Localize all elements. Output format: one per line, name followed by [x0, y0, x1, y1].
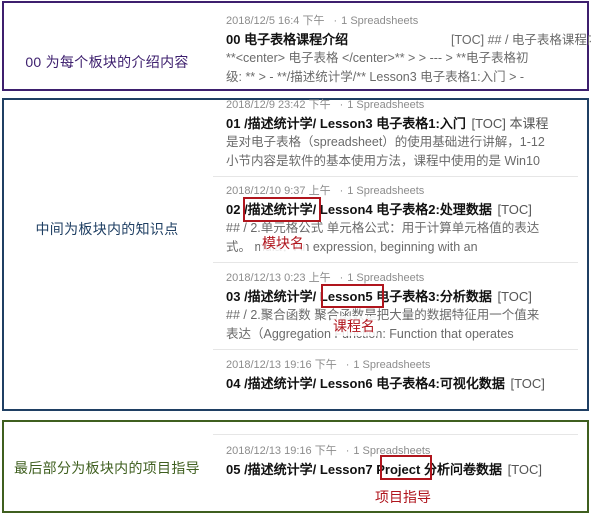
note-title-text: 01 /描述统计学/ Lesson3 电子表格1:入门	[226, 116, 466, 131]
note-date: 2018/12/5 16:4 下午	[226, 15, 325, 27]
module-name-highlight	[243, 197, 321, 222]
intro-section-label: 00 为每个板块的介绍内容	[25, 54, 189, 70]
note-category: 1 Spreadsheets	[347, 99, 425, 111]
list-divider	[213, 262, 578, 263]
topics-section-label: 中间为板块内的知识点	[35, 221, 179, 237]
note-meta: 2018/12/13 0:23 上午 · 1 Spreadsheets	[226, 271, 578, 285]
note-title: 03 /描述统计学/ Lesson5 电子表格3:分析数据 [TOC]	[226, 288, 578, 306]
bullet-icon: ·	[339, 99, 344, 111]
project-highlight	[380, 455, 432, 480]
bullet-icon: ·	[339, 185, 344, 197]
bullet-icon: ·	[339, 272, 344, 284]
note-title-text: 05 /描述统计学/ Lesson7 Project 分析问卷数据	[226, 462, 502, 477]
course-name-highlight	[321, 284, 384, 308]
project-section-label: 最后部分为板块内的项目指导	[14, 460, 200, 476]
note-excerpt-inline: [TOC] ## / 电子表格课程内容 >	[451, 33, 591, 47]
note-list-item[interactable]: 2018/12/9 23:42 下午 · 1 Spreadsheets 01 /描述…	[226, 98, 578, 171]
note-toc-tag: [TOC] 本课程	[471, 116, 549, 131]
note-meta: 2018/12/10 9:37 上午 · 1 Spreadsheets	[226, 184, 578, 198]
note-excerpt: **<center> 电子表格 </center>** > > --- > **…	[226, 51, 529, 84]
note-title: 04 /描述统计学/ Lesson6 电子表格4:可视化数据 [TOC]	[226, 375, 578, 393]
note-category: 1 Spreadsheets	[353, 359, 431, 371]
note-meta: 2018/12/9 23:42 下午 · 1 Spreadsheets	[226, 98, 578, 112]
note-toc-tag: [TOC]	[510, 376, 545, 391]
note-date: 2018/12/13 19:16 下午	[226, 445, 337, 457]
list-divider	[213, 176, 578, 177]
note-list-item[interactable]: 2018/12/13 19:16 下午 · 1 Spreadsheets 04 /描…	[226, 358, 578, 393]
note-date: 2018/12/13 19:16 下午	[226, 359, 337, 371]
module-name-annotation: 模块名	[260, 233, 306, 253]
note-date: 2018/12/9 23:42 下午	[226, 99, 331, 111]
note-date: 2018/12/10 9:37 上午	[226, 185, 331, 197]
note-title: 01 /描述统计学/ Lesson3 电子表格1:入门 [TOC] 本课程	[226, 115, 578, 133]
note-list-item[interactable]: 2018/12/5 16:4 下午 · 1 Spreadsheets 00 电子表格…	[226, 14, 591, 87]
note-meta: 2018/12/5 16:4 下午 · 1 Spreadsheets	[226, 14, 578, 28]
note-excerpt: 是对电子表格（spreadsheet）的使用基础进行讲解，1-12 小节内容是软…	[226, 135, 545, 168]
bullet-icon: ·	[345, 359, 350, 371]
course-name-annotation: 课程名	[331, 316, 377, 336]
note-category: 1 Spreadsheets	[341, 15, 419, 27]
note-meta: 2018/12/13 19:16 下午 · 1 Spreadsheets	[226, 358, 578, 372]
note-title-text: 04 /描述统计学/ Lesson6 电子表格4:可视化数据	[226, 376, 505, 391]
list-divider	[213, 434, 578, 435]
note-date: 2018/12/13 0:23 上午	[226, 272, 331, 284]
bullet-icon: ·	[333, 15, 338, 27]
note-toc-tag: [TOC]	[497, 289, 532, 304]
note-excerpt: ## / 2.聚合函数 聚合函数是把大量的数据特征用一个值来 表达（Aggreg…	[226, 308, 540, 341]
note-category: 1 Spreadsheets	[347, 185, 425, 197]
note-category: 1 Spreadsheets	[347, 272, 425, 284]
note-list-item[interactable]: 2018/12/13 0:23 上午 · 1 Spreadsheets 03 /描述…	[226, 271, 578, 344]
note-toc-tag: [TOC]	[507, 462, 543, 477]
project-guide-annotation: 项目指导	[373, 487, 433, 507]
bullet-icon: ·	[345, 445, 350, 457]
note-toc-tag: [TOC]	[497, 202, 532, 217]
note-title-text: 00 电子表格课程介绍	[226, 32, 349, 47]
list-divider	[213, 349, 578, 350]
